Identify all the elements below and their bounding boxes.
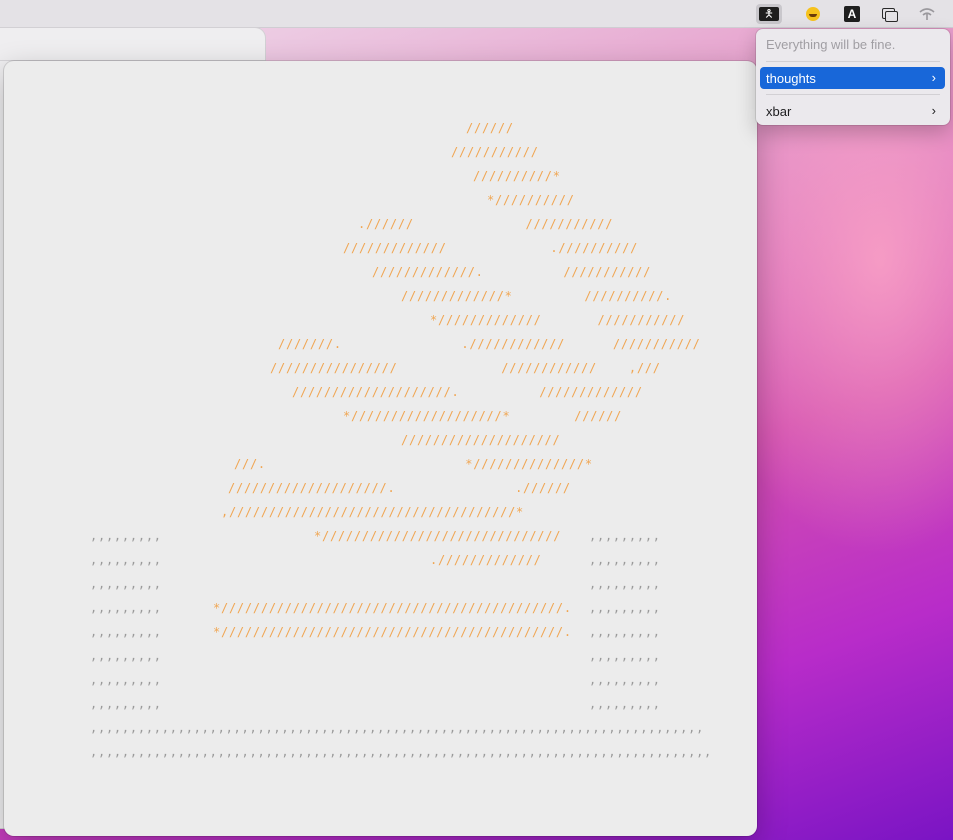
art-line-15: ///. *//////////////*: [234, 457, 593, 471]
art-line-21: *///////////////////////////////////////…: [213, 625, 572, 639]
menu-item-thoughts[interactable]: thoughts ›: [760, 67, 945, 89]
basket-right-2: ,,,,,,,,,: [589, 553, 661, 567]
art-line-20: *///////////////////////////////////////…: [213, 601, 572, 615]
art-line-6: ///////////// .//////////: [343, 241, 639, 255]
art-line-17: ,////////////////////////////////////*: [221, 505, 525, 519]
menu-item-xbar-label: xbar: [766, 103, 792, 119]
basket-left-6: ,,,,,,,,,: [90, 649, 162, 663]
art-line-12: ////////////////////. /////////////: [292, 385, 643, 399]
basket-right-7: ,,,,,,,,,: [589, 673, 661, 687]
xbar-dropdown-menu: Everything will be fine. thoughts › xbar…: [756, 29, 950, 125]
art-line-18: *//////////////////////////////: [314, 529, 562, 543]
chevron-right-icon: ›: [931, 103, 936, 118]
art-line-3: //////////*: [473, 169, 561, 183]
ascii-art-window[interactable]: ////// /////////// //////////* *////////…: [4, 61, 757, 836]
art-line-16: ////////////////////. .//////: [228, 481, 571, 495]
art-line-13: *///////////////////* //////: [343, 409, 623, 423]
xbar-stick-figure-icon[interactable]: 🯅: [756, 4, 782, 24]
art-line-7: /////////////. ///////////: [372, 265, 652, 279]
menu-item-thoughts-label: thoughts: [766, 70, 816, 86]
background-window-toolbar: [0, 28, 265, 61]
basket-left-7: ,,,,,,,,,: [90, 673, 162, 687]
art-line-4: *//////////: [487, 193, 575, 207]
basket-bottom-1: ,,,,,,,,,,,,,,,,,,,,,,,,,,,,,,,,,,,,,,,,…: [90, 721, 705, 735]
basket-left-1: ,,,,,,,,,: [90, 529, 162, 543]
art-line-2: ///////////: [451, 145, 539, 159]
basket-right-5: ,,,,,,,,,: [589, 625, 661, 639]
art-line-8: /////////////* //////////.: [401, 289, 673, 303]
basket-right-6: ,,,,,,,,,: [589, 649, 661, 663]
basket-right-8: ,,,,,,,,,: [589, 697, 661, 711]
basket-bottom-2: ,,,,,,,,,,,,,,,,,,,,,,,,,,,,,,,,,,,,,,,,…: [90, 745, 713, 759]
chevron-right-icon: ›: [931, 70, 936, 85]
art-line-11: //////////////// //////////// ,///: [270, 361, 661, 375]
wifi-icon[interactable]: [914, 4, 940, 24]
basket-left-3: ,,,,,,,,,: [90, 577, 162, 591]
input-source-letter: A: [844, 6, 860, 22]
basket-left-5: ,,,,,,,,,: [90, 625, 162, 639]
art-line-5: .////// ///////////: [358, 217, 614, 231]
menu-separator: [766, 94, 940, 95]
basket-right-3: ,,,,,,,,,: [589, 577, 661, 591]
stage-manager-icon[interactable]: [876, 4, 902, 24]
basket-right-4: ,,,,,,,,,: [589, 601, 661, 615]
basket-left-2: ,,,,,,,,,: [90, 553, 162, 567]
art-line-19: ./////////////: [430, 553, 542, 567]
basket-left-8: ,,,,,,,,,: [90, 697, 162, 711]
input-source-icon[interactable]: A: [839, 4, 865, 24]
art-line-10: ///////. .//////////// ///////////: [278, 337, 701, 351]
basket-right-1: ,,,,,,,,,: [589, 529, 661, 543]
art-line-9: *///////////// ///////////: [430, 313, 686, 327]
menu-item-xbar[interactable]: xbar ›: [760, 100, 945, 122]
menu-bar: 🯅 A: [0, 0, 953, 28]
menu-separator: [766, 61, 940, 62]
basket-left-4: ,,,,,,,,,: [90, 601, 162, 615]
menu-message: Everything will be fine.: [766, 37, 896, 52]
art-line-1: //////: [466, 121, 514, 135]
art-line-14: ////////////////////: [401, 433, 561, 447]
emoji-face-icon[interactable]: [800, 4, 826, 24]
